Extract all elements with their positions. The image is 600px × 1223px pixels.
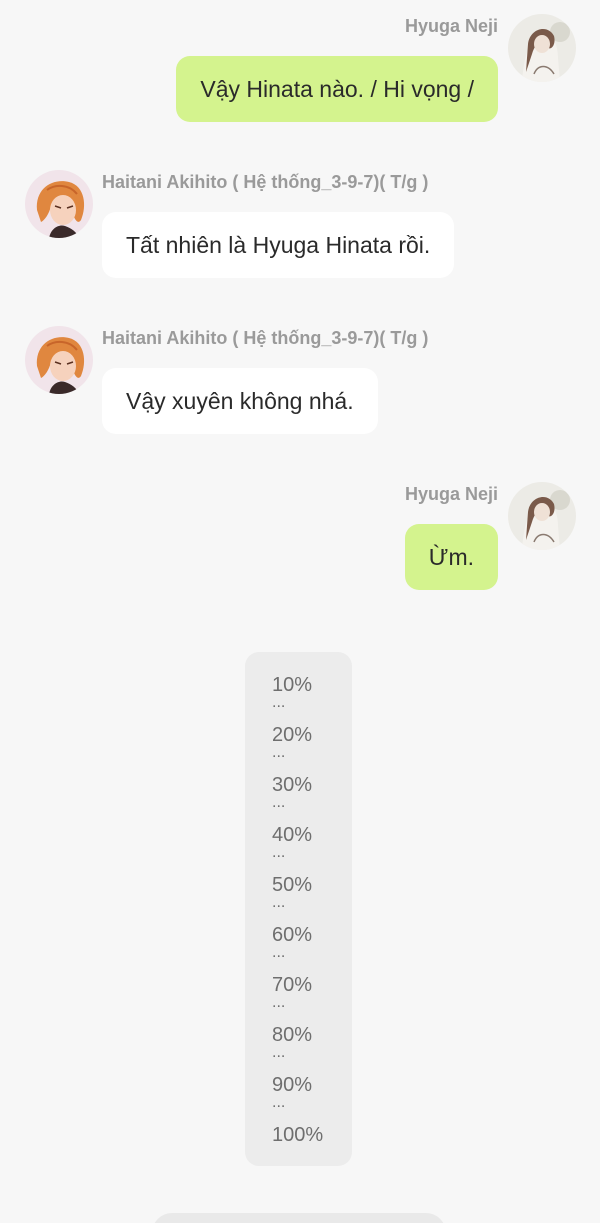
sender-name: Haitani Akihito ( Hệ thống_3-9-7)( T/g ): [102, 328, 429, 348]
progress-step: 10%...: [272, 674, 313, 711]
message-bubble-incoming[interactable]: Vậy xuyên không nhá.: [102, 368, 378, 434]
progress-step: 20%...: [272, 724, 313, 761]
progress-step: 80%...: [272, 1024, 313, 1061]
sender-name: Haitani Akihito ( Hệ thống_3-9-7)( T/g ): [102, 172, 429, 192]
avatar-haitani[interactable]: [25, 326, 93, 394]
progress-step: 60%...: [272, 924, 313, 961]
progress-step: 40%...: [272, 824, 313, 861]
progress-step: 50%...: [272, 874, 313, 911]
avatar-neji[interactable]: [508, 482, 576, 550]
message-bubble-outgoing[interactable]: Ừm.: [404, 524, 498, 590]
message-bubble-incoming[interactable]: Tất nhiên là Hyuga Hinata rồi.: [102, 212, 455, 278]
progress-step: 90%...: [272, 1074, 313, 1111]
avatar-neji[interactable]: [508, 14, 576, 82]
sender-name: Hyuga Neji: [404, 484, 498, 504]
sender-name: Hyuga Neji: [404, 16, 498, 36]
progress-step: 100%: [272, 1124, 324, 1146]
progress-step: 70%...: [272, 974, 313, 1011]
message-bubble-outgoing[interactable]: Vậy Hinata nào. / Hi vọng /: [176, 56, 498, 122]
next-message-bubble-partial: [152, 1213, 446, 1223]
system-progress-box: 10%... 20%... 30%... 40%... 50%... 60%..…: [245, 652, 352, 1166]
progress-step: 30%...: [272, 774, 313, 811]
avatar-haitani[interactable]: [25, 170, 93, 238]
chat-thread: Hyuga Neji Vậy Hinata nào. / Hi vọng / H…: [0, 0, 600, 1223]
